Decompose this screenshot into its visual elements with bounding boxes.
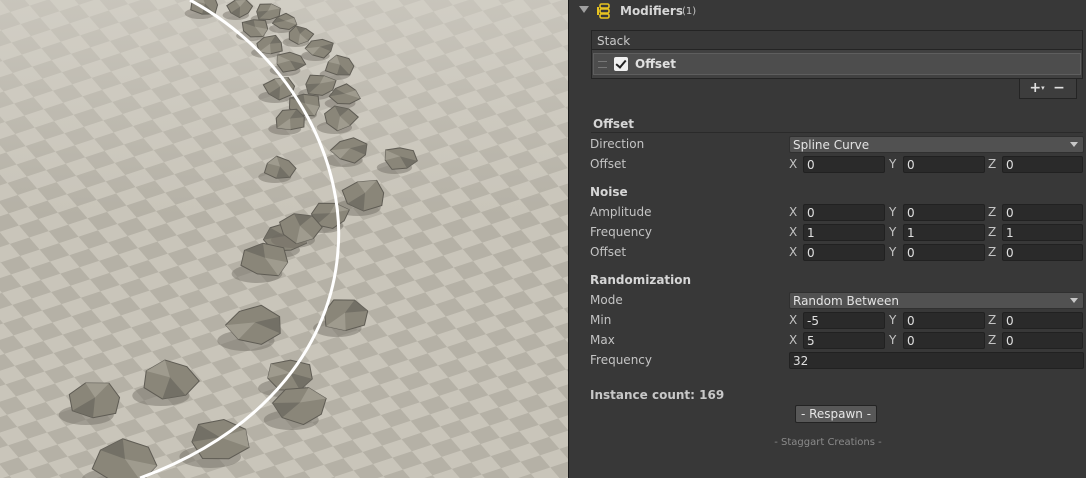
remove-modifier-button[interactable]: − bbox=[1048, 79, 1070, 97]
y-value: 0 bbox=[907, 206, 915, 220]
x-value-field[interactable]: 1 bbox=[803, 224, 885, 241]
y-value-field[interactable]: 1 bbox=[903, 224, 985, 241]
list-footer-buttons: +▾ − bbox=[1019, 79, 1077, 99]
z-value: 0 bbox=[1006, 158, 1014, 172]
y-value-field[interactable]: 0 bbox=[903, 156, 985, 173]
noise-title: Noise bbox=[590, 185, 628, 199]
x-value: 0 bbox=[807, 206, 815, 220]
direction-label: Direction bbox=[590, 137, 645, 151]
min-label: Min bbox=[590, 313, 612, 327]
z-value-field[interactable]: 0 bbox=[1002, 204, 1083, 221]
y-axis-label[interactable]: Y bbox=[889, 313, 896, 327]
inspector-panel: Modifiers (1) Stack Offset +▾ − Offset D… bbox=[568, 0, 1086, 478]
y-value-field[interactable]: 0 bbox=[903, 204, 985, 221]
mode-dropdown[interactable]: Random Between bbox=[789, 292, 1084, 309]
y-value-field[interactable]: 0 bbox=[903, 332, 985, 349]
modifiers-stack-icon bbox=[597, 3, 610, 19]
randomization-title: Randomization bbox=[590, 273, 692, 287]
z-axis-label[interactable]: Z bbox=[988, 313, 996, 327]
random-frequency-field[interactable]: 32 bbox=[789, 352, 1084, 369]
add-modifier-button[interactable]: +▾ bbox=[1026, 79, 1048, 97]
x-axis-label[interactable]: X bbox=[789, 157, 797, 171]
z-value: 0 bbox=[1006, 314, 1014, 328]
z-value-field[interactable]: 0 bbox=[1002, 312, 1083, 329]
noise-frequency-label: Frequency bbox=[590, 225, 652, 239]
scene-canvas[interactable] bbox=[0, 0, 568, 478]
max-label: Max bbox=[590, 333, 615, 347]
x-axis-label[interactable]: X bbox=[789, 333, 797, 347]
y-value-field[interactable]: 0 bbox=[903, 244, 985, 261]
stack-list: Offset bbox=[591, 50, 1083, 79]
offset-label: Offset bbox=[590, 157, 627, 171]
x-value: 1 bbox=[807, 226, 815, 240]
amplitude-label: Amplitude bbox=[590, 205, 652, 219]
z-axis-label[interactable]: Z bbox=[988, 225, 996, 239]
x-value-field[interactable]: 5 bbox=[803, 332, 885, 349]
chevron-down-icon bbox=[1070, 298, 1078, 303]
z-value-field[interactable]: 0 bbox=[1002, 332, 1083, 349]
enabled-checkbox[interactable] bbox=[614, 57, 628, 71]
z-value-field[interactable]: 0 bbox=[1002, 244, 1083, 261]
component-header[interactable]: Modifiers (1) bbox=[569, 0, 1086, 24]
z-axis-label[interactable]: Z bbox=[988, 157, 996, 171]
x-axis-label[interactable]: X bbox=[789, 205, 797, 219]
stack-list-header: Stack bbox=[591, 30, 1083, 50]
z-value: 0 bbox=[1006, 334, 1014, 348]
z-value-field[interactable]: 0 bbox=[1002, 156, 1083, 173]
z-value-field[interactable]: 1 bbox=[1002, 224, 1083, 241]
stack-header-label: Stack bbox=[597, 34, 631, 48]
z-axis-label[interactable]: Z bbox=[988, 333, 996, 347]
y-axis-label[interactable]: Y bbox=[889, 157, 896, 171]
y-value: 0 bbox=[907, 158, 915, 172]
x-axis-label[interactable]: X bbox=[789, 225, 797, 239]
x-value-field[interactable]: 0 bbox=[803, 244, 885, 261]
x-value-field[interactable]: 0 bbox=[803, 156, 885, 173]
y-value-field[interactable]: 0 bbox=[903, 312, 985, 329]
y-value: 1 bbox=[907, 226, 915, 240]
random-frequency-value: 32 bbox=[793, 354, 809, 368]
component-count: (1) bbox=[682, 6, 697, 17]
x-value-field[interactable]: 0 bbox=[803, 204, 885, 221]
instance-count: Instance count: 169 bbox=[590, 388, 725, 402]
drag-handle-icon[interactable] bbox=[598, 61, 607, 68]
foldout-arrow-icon[interactable] bbox=[579, 6, 589, 13]
x-value-field[interactable]: -5 bbox=[803, 312, 885, 329]
y-value: 0 bbox=[907, 246, 915, 260]
z-axis-label[interactable]: Z bbox=[988, 205, 996, 219]
random-frequency-label: Frequency bbox=[590, 353, 652, 367]
footer-credit: - Staggart Creations - bbox=[774, 437, 882, 448]
z-value: 1 bbox=[1006, 226, 1014, 240]
component-title: Modifiers bbox=[620, 4, 683, 18]
direction-dropdown[interactable]: Spline Curve bbox=[789, 136, 1084, 153]
z-axis-label[interactable]: Z bbox=[988, 245, 996, 259]
x-value: -5 bbox=[807, 314, 819, 328]
y-axis-label[interactable]: Y bbox=[889, 333, 896, 347]
scene-viewport[interactable] bbox=[0, 0, 568, 478]
x-axis-label[interactable]: X bbox=[789, 245, 797, 259]
stack-item-label: Offset bbox=[635, 57, 676, 71]
y-value: 0 bbox=[907, 334, 915, 348]
direction-value: Spline Curve bbox=[793, 138, 870, 152]
y-axis-label[interactable]: Y bbox=[889, 205, 896, 219]
x-axis-label[interactable]: X bbox=[789, 313, 797, 327]
section-divider bbox=[591, 132, 1083, 133]
chevron-down-icon bbox=[1070, 142, 1078, 147]
mode-value: Random Between bbox=[793, 294, 900, 308]
section-title-offset: Offset bbox=[593, 117, 634, 131]
x-value: 5 bbox=[807, 334, 815, 348]
mode-label: Mode bbox=[590, 293, 623, 307]
x-value: 0 bbox=[807, 158, 815, 172]
y-value: 0 bbox=[907, 314, 915, 328]
app-window: Modifiers (1) Stack Offset +▾ − Offset D… bbox=[0, 0, 1086, 478]
y-axis-label[interactable]: Y bbox=[889, 245, 896, 259]
z-value: 0 bbox=[1006, 206, 1014, 220]
noise-offset-label: Offset bbox=[590, 245, 627, 259]
respawn-button[interactable]: - Respawn - bbox=[795, 405, 877, 423]
y-axis-label[interactable]: Y bbox=[889, 225, 896, 239]
stack-item-offset[interactable]: Offset bbox=[593, 53, 1081, 75]
x-value: 0 bbox=[807, 246, 815, 260]
z-value: 0 bbox=[1006, 246, 1014, 260]
